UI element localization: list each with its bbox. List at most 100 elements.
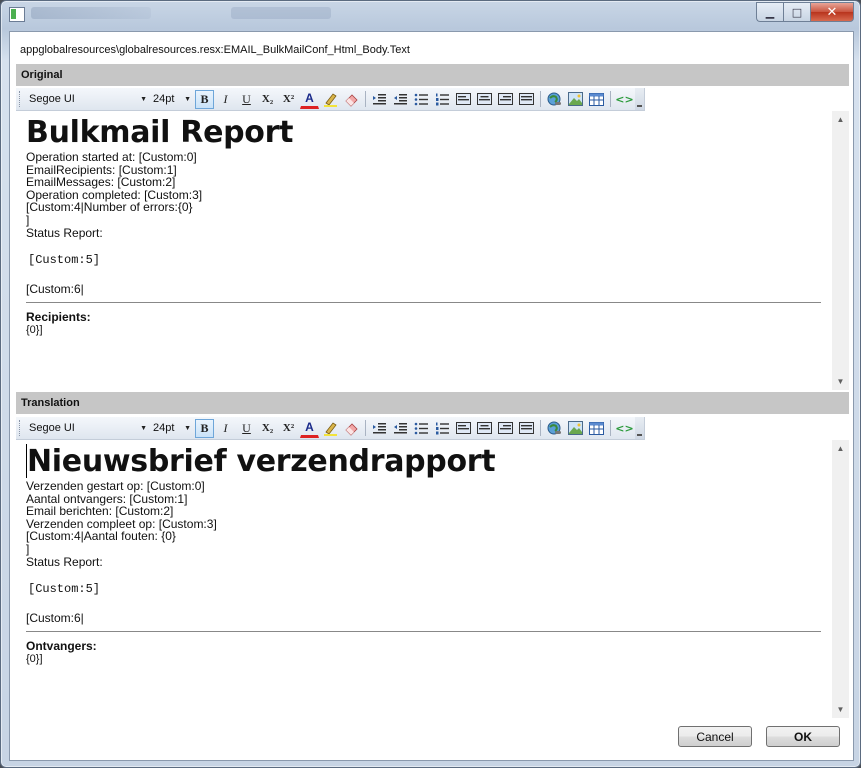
ok-button[interactable]: OK xyxy=(766,726,840,747)
original-editor-content: Bulkmail Report Operation started at: [C… xyxy=(26,115,821,336)
align-right-icon[interactable] xyxy=(496,90,515,109)
highlight-icon[interactable] xyxy=(321,90,340,109)
toolbar-grip[interactable] xyxy=(19,420,23,436)
original-line: Operation started at: [Custom:0] xyxy=(26,150,197,164)
toolbar-separator xyxy=(610,91,611,107)
source-code-icon[interactable]: <> xyxy=(615,419,634,438)
bold-icon[interactable]: B xyxy=(195,418,214,438)
background-window-blurred xyxy=(231,7,331,19)
translation-recipients-label: Ontvangers: xyxy=(26,638,97,653)
chevron-down-icon: ▼ xyxy=(140,95,147,103)
indent-icon[interactable] xyxy=(370,419,389,438)
bullet-list-icon[interactable] xyxy=(412,90,431,109)
italic-icon[interactable]: I xyxy=(216,90,235,109)
resource-path-label: appglobalresources\globalresources.resx:… xyxy=(20,44,410,56)
toolbar-separator xyxy=(610,420,611,436)
toolbar-grip[interactable] xyxy=(19,91,23,107)
toolbar-separator xyxy=(540,420,541,436)
translation-recipients-value: {0}] xyxy=(26,652,43,665)
align-center-icon[interactable] xyxy=(475,419,494,438)
original-recipients-label: Recipients: xyxy=(26,309,91,324)
original-line: EmailMessages: [Custom:2] xyxy=(26,175,176,190)
font-family-combo[interactable]: Segoe UI ▼ xyxy=(26,419,150,437)
font-size-combo[interactable]: 24pt ▼ xyxy=(150,419,194,437)
translation-section-header: Translation xyxy=(16,392,849,414)
maximize-button[interactable]: □ xyxy=(783,2,810,22)
image-icon[interactable] xyxy=(566,419,585,438)
align-right-icon[interactable] xyxy=(496,419,515,438)
justify-icon[interactable] xyxy=(517,419,536,438)
translation-title: Nieuwsbrief verzendrapport xyxy=(26,444,821,480)
minimize-button[interactable]: ▁ xyxy=(756,2,783,22)
original-mono-block: [Custom:5] xyxy=(28,253,101,268)
scroll-up-icon[interactable]: ▲ xyxy=(832,111,849,128)
translation-editor-content: Nieuwsbrief verzendrapport Verzenden ges… xyxy=(26,444,821,665)
title-bar[interactable]: ▁ □ ✕ xyxy=(1,1,860,27)
scroll-down-icon[interactable]: ▼ xyxy=(832,373,849,390)
font-family-value: Segoe UI xyxy=(29,422,75,434)
font-color-icon[interactable]: A xyxy=(300,419,319,438)
toolbar-overflow-button[interactable] xyxy=(635,417,644,439)
original-section-header: Original xyxy=(16,64,849,86)
original-editor[interactable]: Bulkmail Report Operation started at: [C… xyxy=(16,111,849,390)
underline-icon[interactable]: U xyxy=(237,90,256,109)
font-color-icon[interactable]: A xyxy=(300,90,319,109)
align-left-icon[interactable] xyxy=(454,419,473,438)
scroll-down-icon[interactable]: ▼ xyxy=(832,701,849,718)
translation-editor[interactable]: Nieuwsbrief verzendrapport Verzenden ges… xyxy=(16,440,849,718)
align-left-icon[interactable] xyxy=(454,90,473,109)
close-button[interactable]: ✕ xyxy=(810,2,854,22)
chevron-down-icon: ▼ xyxy=(184,95,191,103)
table-icon[interactable] xyxy=(587,419,606,438)
horizontal-rule xyxy=(26,301,821,303)
title-text-blurred xyxy=(31,7,151,19)
translation-custom6: [Custom:6| xyxy=(26,611,84,626)
justify-icon[interactable] xyxy=(517,90,536,109)
cancel-button[interactable]: Cancel xyxy=(678,726,752,747)
font-family-combo[interactable]: Segoe UI ▼ xyxy=(26,90,150,108)
toolbar-overflow-button[interactable] xyxy=(635,88,644,110)
image-icon[interactable] xyxy=(566,90,585,109)
italic-icon[interactable]: I xyxy=(216,419,235,438)
numbered-list-icon[interactable] xyxy=(433,419,452,438)
translation-line: Verzenden gestart op: [Custom:0] xyxy=(26,479,205,493)
align-center-icon[interactable] xyxy=(475,90,494,109)
original-line: ] xyxy=(26,212,30,227)
hyperlink-icon[interactable] xyxy=(545,419,564,438)
table-icon[interactable] xyxy=(587,90,606,109)
original-recipients-value: {0}] xyxy=(26,323,43,336)
bullet-list-icon[interactable] xyxy=(412,419,431,438)
outdent-icon[interactable] xyxy=(391,419,410,438)
subscript-icon[interactable]: X₂ xyxy=(258,419,277,438)
font-size-value: 24pt xyxy=(153,93,175,105)
dialog-window: ▁ □ ✕ appglobalresources\globalresources… xyxy=(0,0,861,768)
outdent-icon[interactable] xyxy=(391,90,410,109)
highlight-icon[interactable] xyxy=(321,419,340,438)
toolbar-separator xyxy=(365,420,366,436)
original-title: Bulkmail Report xyxy=(26,115,294,150)
translation-vertical-scrollbar[interactable]: ▲ ▼ xyxy=(832,440,849,718)
font-size-value: 24pt xyxy=(153,422,175,434)
eraser-icon[interactable] xyxy=(342,90,361,109)
translation-title-text: Nieuwsbrief verzendrapport xyxy=(27,444,496,479)
translation-line: Status Report: xyxy=(26,554,103,569)
superscript-icon[interactable]: X² xyxy=(279,90,298,109)
original-vertical-scrollbar[interactable]: ▲ ▼ xyxy=(832,111,849,390)
underline-icon[interactable]: U xyxy=(237,419,256,438)
original-line: [Custom:4|Number of errors:{0} xyxy=(26,200,193,215)
window-controls: ▁ □ ✕ xyxy=(756,2,854,22)
hyperlink-icon[interactable] xyxy=(545,90,564,109)
scroll-up-icon[interactable]: ▲ xyxy=(832,440,849,457)
eraser-icon[interactable] xyxy=(342,419,361,438)
subscript-icon[interactable]: X₂ xyxy=(258,90,277,109)
bold-icon[interactable]: B xyxy=(195,89,214,109)
superscript-icon[interactable]: X² xyxy=(279,419,298,438)
app-icon xyxy=(9,7,25,22)
indent-icon[interactable] xyxy=(370,90,389,109)
toolbar-separator xyxy=(365,91,366,107)
translation-line: Email berichten: [Custom:2] xyxy=(26,504,174,519)
source-code-icon[interactable]: <> xyxy=(615,90,634,109)
numbered-list-icon[interactable] xyxy=(433,90,452,109)
original-toolbar: Segoe UI ▼ 24pt ▼ B I U X₂ X² A <> xyxy=(16,88,645,111)
font-size-combo[interactable]: 24pt ▼ xyxy=(150,90,194,108)
